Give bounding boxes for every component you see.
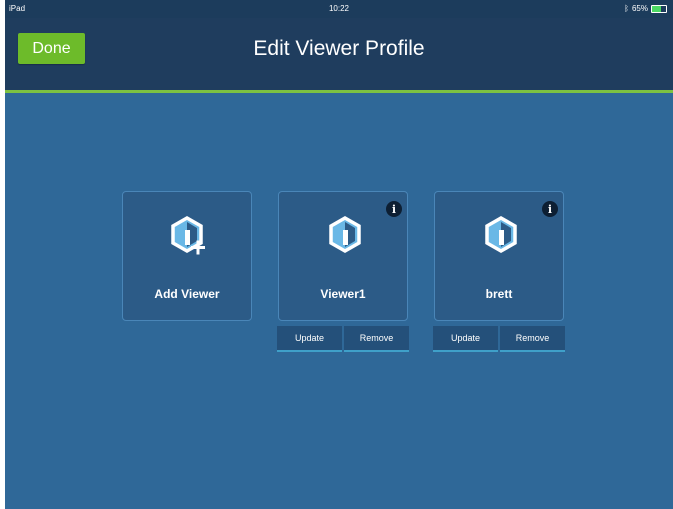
card-label-viewer1: Viewer1: [320, 287, 366, 301]
brett-actions: Update Remove: [433, 326, 565, 352]
card-label-brett: brett: [485, 287, 513, 301]
remove-button[interactable]: Remove: [344, 326, 409, 352]
add-viewer-card[interactable]: Add Viewer: [122, 191, 252, 321]
status-time: 10:22: [328, 4, 350, 13]
battery-percent: 65%: [631, 4, 648, 13]
battery-icon: [651, 4, 667, 13]
app-screen: iPad 10:22 ᛒ 65% Done Edit Viewer Profil…: [5, 0, 673, 509]
viewer-profile-icon: [485, 215, 517, 254]
bluetooth-icon: ᛒ: [624, 4, 629, 13]
viewer-card-brett[interactable]: i brett: [434, 191, 564, 321]
viewer-card-viewer1[interactable]: i Viewer1: [278, 191, 408, 321]
status-right: ᛒ 65%: [624, 4, 667, 13]
card-label-add-viewer: Add Viewer: [154, 287, 220, 301]
page-title: Edit Viewer Profile: [253, 37, 425, 60]
viewer-profile-icon: [329, 215, 361, 254]
header-divider: [5, 90, 673, 93]
add-viewer-icon: [171, 215, 205, 255]
info-icon[interactable]: i: [542, 201, 558, 217]
status-bar: iPad 10:22 ᛒ 65%: [5, 0, 673, 18]
viewer1-actions: Update Remove: [277, 326, 409, 352]
remove-button[interactable]: Remove: [500, 326, 565, 352]
battery-fill: [652, 5, 662, 12]
update-button[interactable]: Update: [277, 326, 342, 352]
nav-bar: Done Edit Viewer Profile: [5, 18, 673, 90]
info-icon[interactable]: i: [386, 201, 402, 217]
update-button[interactable]: Update: [433, 326, 498, 352]
